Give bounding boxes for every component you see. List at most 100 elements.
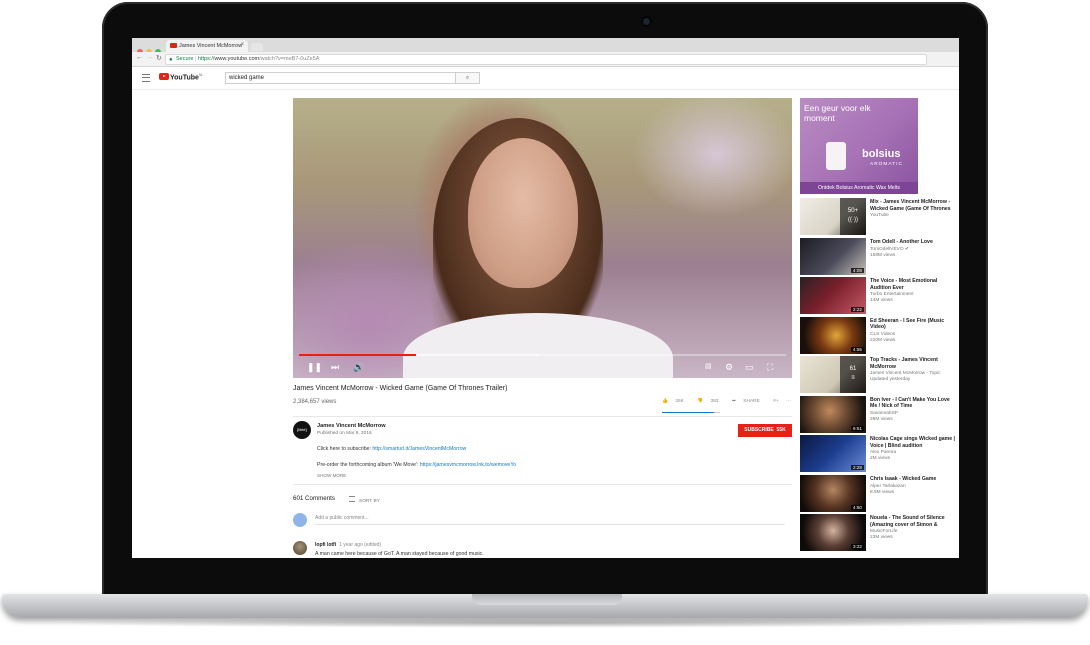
new-tab-button[interactable] xyxy=(251,43,263,51)
search-input[interactable]: wicked game xyxy=(225,72,460,84)
related-video-item[interactable]: 4:55 Ed Sheeran - I See Fire (Music Video… xyxy=(800,316,959,355)
next-icon[interactable]: ⏭ xyxy=(331,362,339,373)
video-title: James Vincent McMorrow - Wicked Game (Ga… xyxy=(293,385,508,392)
subscribe-button[interactable]: SUBSCRIBE 55K xyxy=(738,424,792,437)
add-to-playlist-icon[interactable]: ≡+ xyxy=(773,399,779,404)
comment-author-name[interactable]: lopfi lotfi xyxy=(315,542,336,548)
related-video-item[interactable]: 61 ≡ Top Tracks - James Vincent McMorrow Ja… xyxy=(800,356,959,394)
video-duration: 4:50 xyxy=(851,504,864,510)
video-duration: 2:22 xyxy=(851,307,864,312)
subtitles-icon[interactable]: ▤ xyxy=(705,362,712,370)
related-video-title[interactable]: Nouela - The Sound of Silence (Amazing c… xyxy=(870,515,956,528)
commenter-avatar[interactable] xyxy=(293,541,307,555)
subscribe-link[interactable]: http://smarturl.it/JamesVincentMcMorrow xyxy=(372,446,466,452)
related-video-item[interactable]: 50+ ((·)) Mix - James Vincent McMorrow - W… xyxy=(800,198,959,236)
related-video-title[interactable]: Mix - James Vincent McMorrow - Wicked Ga… xyxy=(870,199,956,212)
forward-icon[interactable]: → xyxy=(146,54,153,61)
sort-by-button[interactable]: SORT BY xyxy=(349,496,380,504)
hamburger-menu-icon[interactable] xyxy=(142,74,150,82)
share-icon: ➦ xyxy=(731,399,736,404)
related-video-item[interactable]: 4:08 Tom Odell - Another Love TomOdellVEVO… xyxy=(800,237,959,276)
related-video-item[interactable]: 2:28 Nicolas Cage sings Wicked game | Voi… xyxy=(800,435,959,473)
dislike-button[interactable]: 👎 383 xyxy=(697,399,724,404)
search-button[interactable]: ⌕ xyxy=(455,72,480,84)
search-icon: ⌕ xyxy=(465,75,470,81)
video-duration: 4:08 xyxy=(851,267,864,273)
back-icon[interactable]: ← xyxy=(136,54,143,61)
video-thumbnail[interactable]: 61 ≡ xyxy=(800,356,866,393)
related-video-item[interactable]: 3:22 Nouela - The Sound of Silence (Amazi… xyxy=(800,514,959,552)
video-thumbnail[interactable]: 6:51 xyxy=(800,395,866,433)
divider xyxy=(293,484,792,485)
related-video-title[interactable]: Bon Iver - I Can't Make You Love Me / Ni… xyxy=(870,397,956,410)
browser-tab[interactable]: James Vincent McMorrow × xyxy=(166,40,248,52)
url-scheme: https:// xyxy=(197,56,215,62)
related-video-title[interactable]: Top Tracks - James Vincent McMorrow xyxy=(870,357,956,370)
related-video-item[interactable]: 4:50 Chris Isaak - Wicked Game Alper Tarla… xyxy=(800,474,959,513)
show-more-button[interactable]: SHOW MORE xyxy=(317,473,346,478)
thumbs-up-icon: 👍 xyxy=(662,399,668,404)
video-thumbnail[interactable]: 4:50 xyxy=(800,474,866,512)
comment-count: 601 Comments xyxy=(293,495,335,502)
related-video-title[interactable]: Ed Sheeran - I See Fire (Music Video) xyxy=(870,318,956,331)
channel-name[interactable]: James Vincent McMorrow xyxy=(317,423,386,429)
volume-icon[interactable]: 🔊 xyxy=(353,362,364,373)
like-count: 26K xyxy=(675,399,684,404)
reload-icon[interactable]: ↻ xyxy=(156,54,162,62)
address-bar[interactable]: ● Secure | https://www.youtube.com/watch… xyxy=(165,54,927,65)
laptop-base xyxy=(2,594,1088,618)
settings-gear-icon[interactable]: ⚙ xyxy=(725,362,733,373)
ad-headline: Een geur voor elk moment xyxy=(804,103,871,123)
video-thumbnail[interactable]: 3:22 xyxy=(800,514,866,551)
preorder-link[interactable]: https://jamesvmcmorrow.lnk.to/wemoveYo xyxy=(420,462,516,468)
related-video-views: 2M views xyxy=(870,456,890,462)
like-ratio-fill xyxy=(662,412,715,413)
ad-brand: bolsius xyxy=(862,148,901,160)
ad-subbrand: AROMATIC xyxy=(870,162,903,167)
playlist-count-overlay: 61 ≡ xyxy=(840,356,866,393)
progress-bar[interactable] xyxy=(299,354,786,356)
video-thumbnail[interactable]: 4:08 xyxy=(800,237,866,275)
fullscreen-icon[interactable]: ⛶ xyxy=(767,362,773,373)
youtube-play-icon xyxy=(159,73,169,81)
video-duration: 4:55 xyxy=(851,346,864,352)
browser-toolbar: ← → ↻ ● Secure | https://www.youtube.com… xyxy=(132,52,959,67)
related-video-item[interactable]: 2:22 The Voice - Most Emotional Audition … xyxy=(800,277,959,315)
related-video-title[interactable]: The Voice - Most Emotional Audition Ever xyxy=(870,278,956,291)
published-date: Published on Mar 9, 2016 xyxy=(317,431,372,436)
tab-close-icon[interactable]: × xyxy=(240,42,244,48)
video-thumbnail[interactable]: 4:55 xyxy=(800,316,866,354)
browser-tabbar: James Vincent McMorrow × xyxy=(132,38,959,55)
video-thumbnail[interactable]: 2:28 xyxy=(800,435,866,472)
description-line: Pre-order the forthcoming album 'We Move… xyxy=(317,462,516,468)
channel-avatar[interactable]: {litéé} xyxy=(293,421,311,439)
related-video-title[interactable]: Chris Isaak - Wicked Game xyxy=(870,476,956,483)
related-video-title[interactable]: Nicolas Cage sings Wicked game | Voice |… xyxy=(870,436,956,449)
related-video-item[interactable]: 6:51 Bon Iver - I Can't Make You Love Me … xyxy=(800,395,959,434)
related-video-channel: YouTube xyxy=(870,213,889,218)
youtube-logo[interactable]: YouTubeNL xyxy=(159,73,203,81)
related-video-views: 14M views xyxy=(870,298,893,304)
laptop-notch xyxy=(472,594,622,605)
like-button[interactable]: 👍 26K xyxy=(662,399,690,404)
video-frame-face xyxy=(468,138,578,288)
share-button[interactable]: ➦ SHARE xyxy=(732,399,766,404)
sidebar-ad[interactable]: Een geur voor elk moment bolsius AROMATI… xyxy=(800,98,918,194)
ad-footer: Ontdek Bolsius Aromatic Wax Melts xyxy=(800,182,918,194)
more-icon[interactable]: ⋯ xyxy=(786,399,791,404)
ad-product-image xyxy=(826,142,846,170)
video-thumbnail[interactable]: 2:22 xyxy=(800,277,866,314)
playlist-count: 61 xyxy=(849,366,857,372)
progress-played xyxy=(299,354,416,356)
sort-icon xyxy=(349,496,355,502)
add-comment-input[interactable]: Add a public comment... xyxy=(315,515,785,525)
video-thumbnail[interactable]: 50+ ((·)) xyxy=(800,198,866,235)
related-video-title[interactable]: Tom Odell - Another Love xyxy=(870,239,956,246)
theater-mode-icon[interactable]: ▭ xyxy=(745,362,754,373)
related-video-views: 158M views xyxy=(870,252,896,258)
video-player[interactable]: ❚❚ ⏭ 🔊 ▤ ⚙ ▭ ⛶ xyxy=(293,98,792,378)
comment-text: A man came here because of GoT. A man st… xyxy=(315,551,484,557)
pause-icon[interactable]: ❚❚ xyxy=(307,362,322,373)
related-video-views: 23M views xyxy=(870,535,893,541)
comment-time[interactable]: 1 year ago (edited) xyxy=(339,542,381,548)
